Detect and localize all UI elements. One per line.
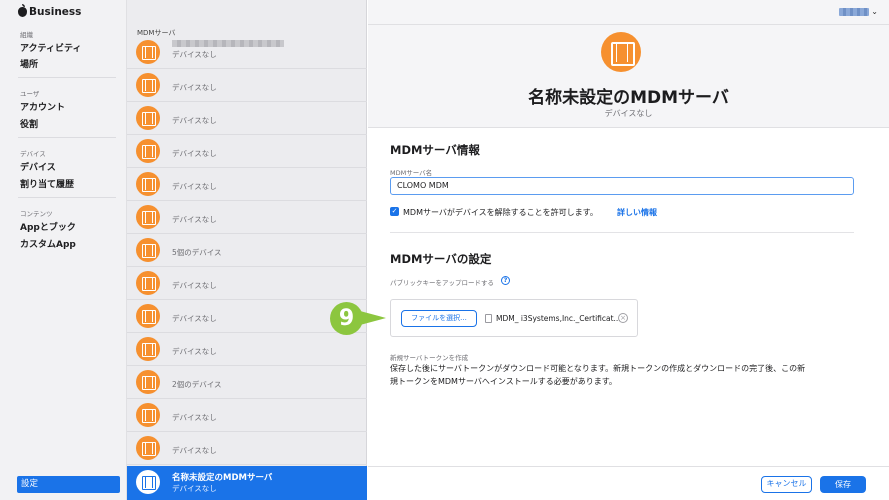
list-item[interactable]: デバイスなし — [127, 102, 367, 135]
list-item-title: 名称未設定のMDMサーバ — [172, 473, 273, 483]
group-label-users: ユーザ — [20, 90, 40, 98]
detail-header: 名称未設定のMDMサーバ デバイスなし — [368, 25, 889, 128]
chevron-down-icon[interactable]: ⌄ — [871, 7, 878, 16]
list-item-subtitle: デバイスなし — [172, 314, 217, 323]
allow-release-label: MDMサーバがデバイスを解除することを許可します。 — [403, 208, 598, 217]
list-item-subtitle: デバイスなし — [172, 83, 217, 92]
list-item[interactable]: デバイスなし — [127, 333, 367, 366]
mdm-server-icon — [136, 403, 160, 427]
new-token-label: 新規サーバトークンを作成 — [390, 354, 469, 362]
list-item-subtitle: デバイスなし — [172, 347, 217, 356]
list-item[interactable]: デバイスなし — [127, 168, 367, 201]
token-description: 保存した後にサーバトークンがダウンロード可能となります。新規トークンの作成とダウ… — [390, 364, 806, 386]
mdm-server-icon — [136, 238, 160, 262]
help-icon[interactable]: ? — [501, 276, 510, 285]
mdm-server-icon — [136, 271, 160, 295]
mdm-server-icon — [601, 32, 641, 72]
list-item[interactable]: デバイスなし — [127, 432, 367, 465]
clear-icon[interactable]: × — [618, 313, 628, 323]
mdm-server-icon — [136, 205, 160, 229]
mdm-server-icon — [136, 106, 160, 130]
mdm-server-icon — [136, 470, 160, 494]
document-icon — [485, 314, 492, 323]
mdm-server-icon — [136, 139, 160, 163]
list-item-subtitle: デバイスなし — [172, 281, 217, 290]
mdm-server-name-input[interactable]: CLOMO MDM — [390, 177, 854, 195]
brand-logo: Business — [18, 4, 82, 18]
list-item-subtitle: デバイスなし — [172, 413, 217, 422]
save-button[interactable]: 保存 — [820, 476, 866, 493]
mdm-server-icon — [136, 40, 160, 64]
field-label-name: MDMサーバ名 — [390, 169, 433, 177]
footer-bar: キャンセル 保存 — [368, 466, 889, 500]
group-label-devices: デバイス — [20, 150, 46, 158]
allow-release-checkbox[interactable]: ✓ — [390, 207, 399, 216]
sidebar-divider — [18, 137, 116, 138]
sidebar-divider — [18, 197, 116, 198]
list-item-subtitle: デバイスなし — [172, 446, 217, 455]
list-item-subtitle: 5個のデバイス — [172, 248, 222, 257]
sidebar-item-assignment-history[interactable]: 割り当て履歴 — [20, 177, 74, 190]
page-subtitle: デバイスなし — [604, 109, 653, 118]
mdm-server-icon — [136, 337, 160, 361]
mdm-server-icon — [136, 370, 160, 394]
upload-public-key-label: パブリックキーをアップロードする — [390, 279, 494, 287]
sidebar-item-activity[interactable]: アクティビティ — [20, 41, 81, 54]
list-item[interactable]: デバイスなし — [127, 201, 367, 234]
sidebar-item-custom-apps[interactable]: カスタムApp — [20, 237, 76, 250]
section-title-settings: MDMサーバの設定 — [390, 252, 492, 266]
detail-pane: ⌄ 名称未設定のMDMサーバ デバイスなし MDMサーバ情報 MDMサーバ名 C… — [368, 0, 889, 500]
sidebar-item-settings[interactable]: 設定 — [17, 476, 120, 493]
list-item[interactable]: デバイスなし — [127, 267, 367, 300]
mdm-server-icon — [136, 172, 160, 196]
section-divider — [390, 232, 854, 233]
list-item[interactable]: 2個のデバイス — [127, 366, 367, 399]
list-item-subtitle: デバイスなし — [172, 484, 217, 493]
brand-name: Business — [29, 6, 82, 18]
apple-icon — [18, 4, 27, 17]
list-item[interactable]: デバイスなし — [127, 69, 367, 102]
mdm-server-icon — [136, 73, 160, 97]
list-item[interactable]: デバイスなし — [127, 135, 367, 168]
choose-file-button[interactable]: ファイルを選択... — [401, 310, 477, 327]
list-item-subtitle: デバイスなし — [172, 116, 217, 125]
redacted-name — [172, 40, 284, 47]
learn-more-link[interactable]: 詳しい情報 — [617, 207, 657, 218]
sidebar-item-accounts[interactable]: アカウント — [20, 100, 65, 113]
sidebar-divider — [18, 77, 116, 78]
mdm-server-icon — [136, 436, 160, 460]
sidebar-item-apps-and-books[interactable]: Appとブック — [20, 220, 76, 233]
list-item-subtitle: デバイスなし — [172, 149, 217, 158]
sidebar: Business 組織 アクティビティ 場所 ユーザ アカウント 役割 デバイス… — [0, 0, 127, 500]
list-item-subtitle: デバイスなし — [172, 215, 217, 224]
sidebar-item-devices[interactable]: デバイス — [20, 160, 56, 173]
selected-file-name: MDM_ i3Systems,Inc._Certificat... — [496, 314, 621, 323]
step-marker: 9 — [330, 302, 363, 335]
account-menu[interactable] — [839, 8, 869, 16]
mdm-server-list: MDMサーバ デバイスなし デバイスなし デバイスなし デバイスなし デバイスな… — [127, 0, 367, 500]
top-bar: ⌄ — [368, 0, 889, 25]
group-label-organization: 組織 — [20, 31, 33, 39]
list-item-subtitle: 2個のデバイス — [172, 380, 222, 389]
page-title: 名称未設定のMDMサーバ — [528, 88, 729, 108]
list-item[interactable]: 5個のデバイス — [127, 234, 367, 267]
sidebar-item-roles[interactable]: 役割 — [20, 117, 38, 130]
mdm-server-icon — [136, 304, 160, 328]
upload-box: ファイルを選択... MDM_ i3Systems,Inc._Certifica… — [390, 299, 638, 337]
group-label-content: コンテンツ — [20, 210, 53, 218]
list-item[interactable]: デバイスなし — [127, 399, 367, 432]
section-title-info: MDMサーバ情報 — [390, 143, 480, 157]
step-arrow — [360, 311, 386, 325]
list-item[interactable]: デバイスなし — [127, 36, 367, 69]
cancel-button[interactable]: キャンセル — [761, 476, 812, 493]
list-item-subtitle: デバイスなし — [172, 182, 217, 191]
sidebar-item-locations[interactable]: 場所 — [20, 57, 38, 70]
list-item-selected[interactable]: 名称未設定のMDMサーバ デバイスなし — [127, 466, 367, 500]
list-item-subtitle: デバイスなし — [172, 50, 217, 59]
